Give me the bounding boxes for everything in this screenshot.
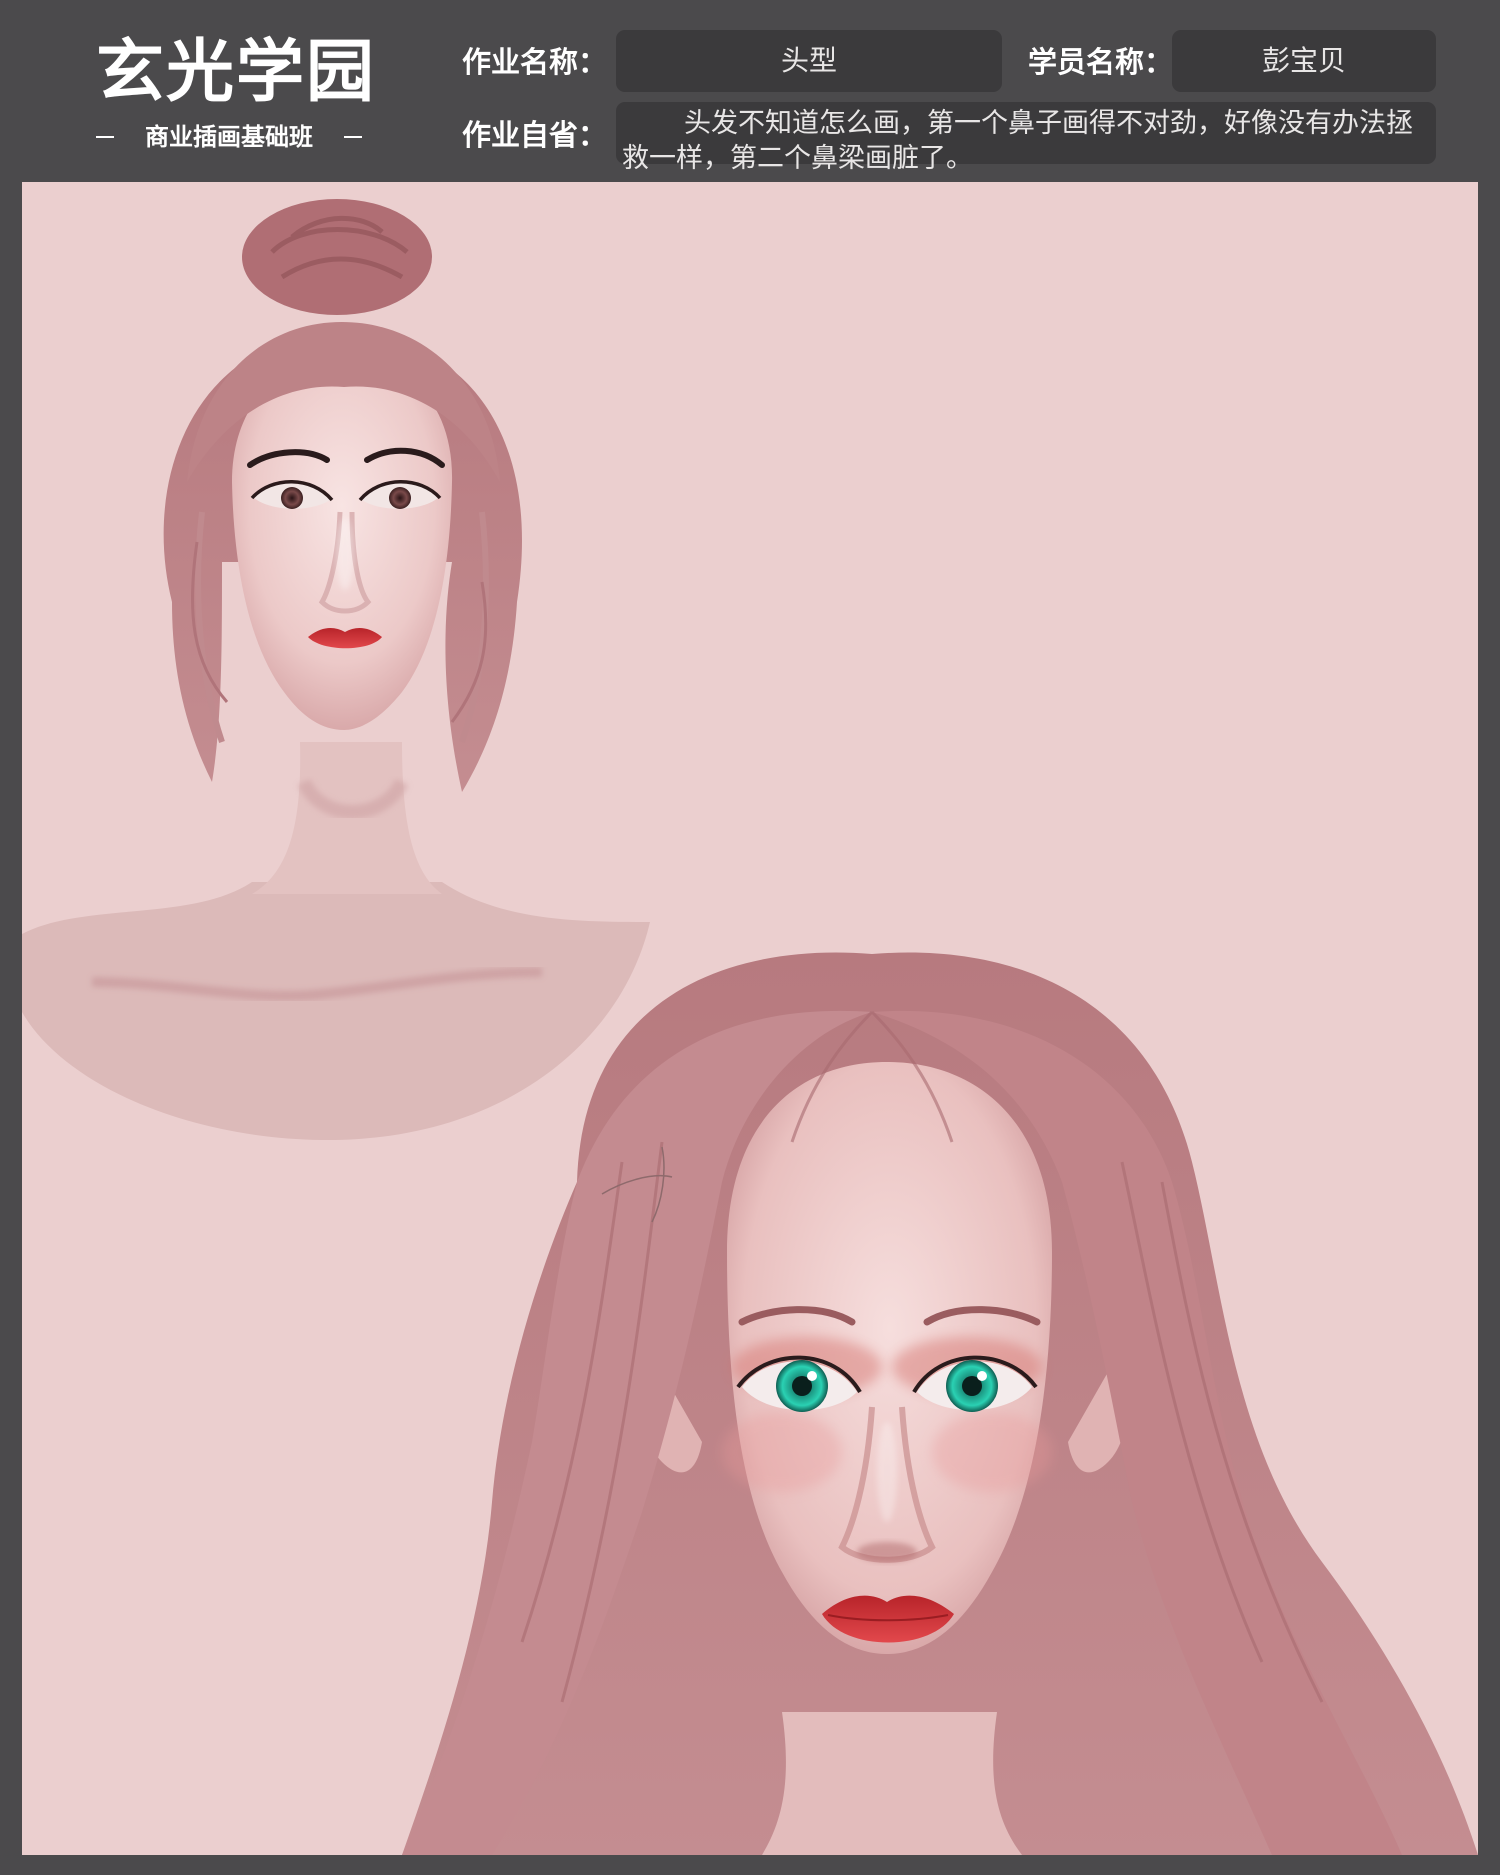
brand-subtitle: 商业插画基础班 bbox=[145, 123, 313, 151]
dash-right bbox=[344, 136, 362, 138]
brand-title: 玄光学园 bbox=[96, 32, 377, 112]
brand-logo: 玄光学园 商业插画基础班 bbox=[96, 30, 377, 152]
neck-2 bbox=[762, 1712, 1022, 1855]
reflection-label: 作业自省： bbox=[462, 118, 608, 152]
brand-subtitle-row: 商业插画基础班 bbox=[96, 122, 362, 152]
dash-left bbox=[96, 136, 114, 138]
reflection-field[interactable]: 头发不知道怎么画，第一个鼻子画得不对劲，好像没有办法拯救一样，第二个鼻梁画脏了。 bbox=[616, 102, 1436, 174]
long-hair-portrait bbox=[402, 952, 1478, 1855]
header: 玄光学园 商业插画基础班 作业名称： 头型 学员名称： 彭宝贝 作业自省： 头发… bbox=[0, 0, 1500, 180]
assignment-label: 作业名称： bbox=[462, 45, 608, 79]
assignment-field[interactable]: 头型 bbox=[616, 30, 1002, 92]
updo-portrait bbox=[22, 199, 650, 1141]
artwork-canvas bbox=[22, 182, 1478, 1855]
student-field[interactable]: 彭宝贝 bbox=[1172, 30, 1436, 92]
shoulders-1 bbox=[22, 882, 650, 1141]
student-label: 学员名称： bbox=[1028, 45, 1174, 79]
artwork-illustration bbox=[22, 199, 1478, 1855]
